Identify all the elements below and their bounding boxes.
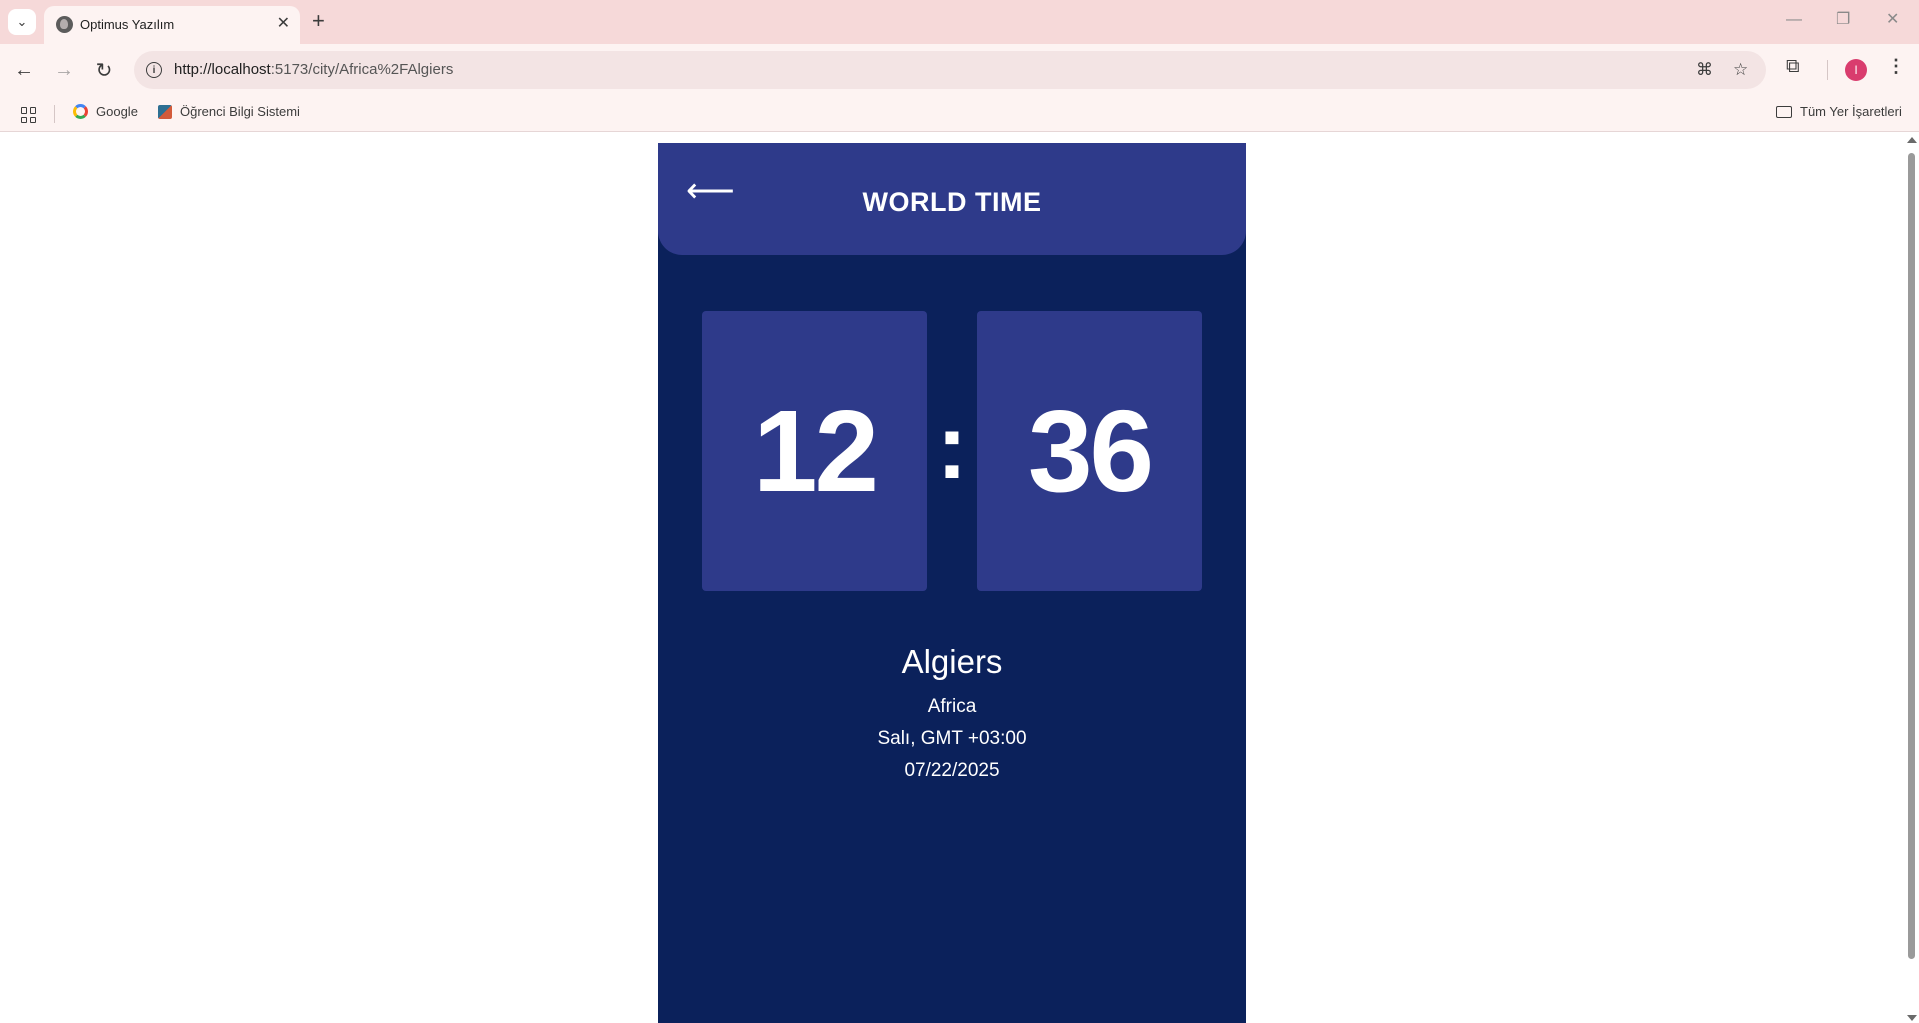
close-tab-icon[interactable]: ✕ xyxy=(277,15,290,33)
google-icon xyxy=(73,104,88,119)
globe-icon xyxy=(56,16,73,33)
tab-title: Optimus Yazılım xyxy=(80,17,175,32)
world-time-app: ⟵ WORLD TIME 12 : 36 Algiers Africa Salı… xyxy=(658,143,1246,1023)
toolbar-divider xyxy=(1827,60,1828,80)
forward-button[interactable]: → xyxy=(51,57,77,83)
browser-tab-bar: ⌄ Optimus Yazılım ✕ + — ❐ ✕ xyxy=(0,0,1919,44)
reload-button[interactable]: ↻ xyxy=(91,57,117,83)
close-window-button[interactable]: ✕ xyxy=(1886,10,1899,30)
bookmarks-bar: Google Öğrenci Bilgi Sistemi Tüm Yer İşa… xyxy=(0,96,1919,132)
extensions-icon[interactable]: ⧉ xyxy=(1786,56,1800,78)
page-title: WORLD TIME xyxy=(862,187,1042,217)
apps-grid-icon[interactable] xyxy=(21,107,37,123)
restore-button[interactable]: ❐ xyxy=(1836,10,1850,30)
hours-display: 12 xyxy=(702,311,927,591)
scroll-up-icon[interactable] xyxy=(1907,137,1917,143)
scroll-thumb[interactable] xyxy=(1908,153,1915,959)
bookmark-star-icon[interactable]: ☆ xyxy=(1733,60,1748,80)
bookmark-obs[interactable]: Öğrenci Bilgi Sistemi xyxy=(158,104,300,119)
bookmark-label: Google xyxy=(96,104,138,119)
minimize-button[interactable]: — xyxy=(1786,10,1802,30)
obs-icon xyxy=(158,104,172,119)
more-menu-icon[interactable]: ⋮ xyxy=(1887,56,1905,77)
app-header: ⟵ WORLD TIME xyxy=(658,143,1246,255)
translate-icon[interactable]: ⌘ xyxy=(1696,60,1713,80)
back-button[interactable]: ← xyxy=(11,57,37,83)
scroll-down-icon[interactable] xyxy=(1907,1015,1917,1021)
tab-search-button[interactable]: ⌄ xyxy=(8,9,36,35)
profile-avatar[interactable]: I xyxy=(1845,59,1867,81)
url-text[interactable]: http://localhost:5173/city/Africa%2FAlgi… xyxy=(174,61,453,78)
address-bar[interactable]: i http://localhost:5173/city/Africa%2FAl… xyxy=(134,51,1766,89)
minutes-display: 36 xyxy=(977,311,1202,591)
bookmark-divider xyxy=(54,105,55,123)
region-name: Africa xyxy=(927,696,977,717)
city-name: Algiers xyxy=(901,643,1003,680)
all-bookmarks[interactable]: Tüm Yer İşaretleri xyxy=(1776,104,1902,119)
new-tab-button[interactable]: + xyxy=(312,8,325,34)
bookmark-label: Öğrenci Bilgi Sistemi xyxy=(180,104,300,119)
date-text: 07/22/2025 xyxy=(904,760,1000,781)
all-bookmarks-label: Tüm Yer İşaretleri xyxy=(1800,104,1902,119)
site-info-icon[interactable]: i xyxy=(146,62,162,78)
browser-toolbar: ← → ↻ i http://localhost:5173/city/Afric… xyxy=(0,44,1919,96)
browser-tab[interactable]: Optimus Yazılım ✕ xyxy=(44,6,300,44)
day-timezone: Salı, GMT +03:00 xyxy=(877,728,1027,749)
folder-icon xyxy=(1776,105,1792,118)
bookmark-google[interactable]: Google xyxy=(73,104,138,119)
time-separator: : xyxy=(936,396,968,498)
page-scrollbar[interactable] xyxy=(1904,133,1919,1023)
